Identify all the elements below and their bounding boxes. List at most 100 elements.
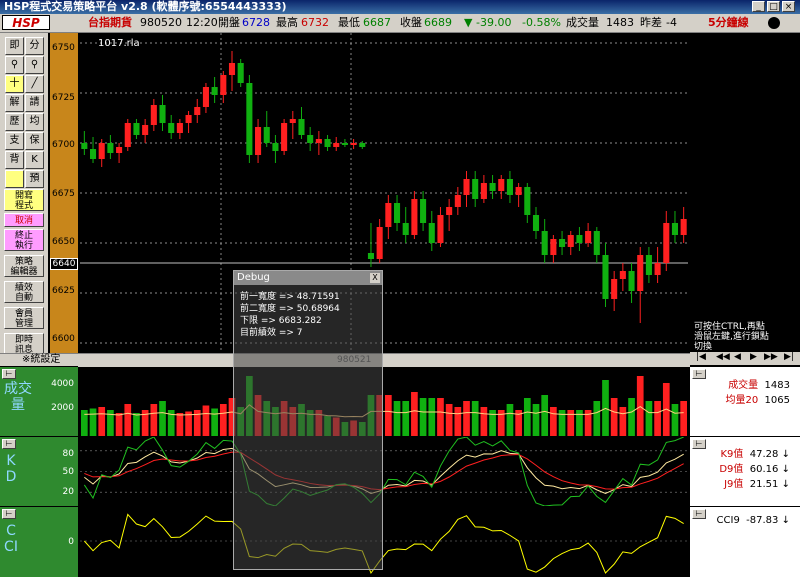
- volume-bar: [593, 401, 601, 436]
- performance-auto-button[interactable]: 績效 自動: [4, 281, 44, 303]
- candle-body: [619, 271, 626, 279]
- volume-bar: [506, 404, 514, 436]
- volume-bar: [98, 407, 106, 436]
- product-name[interactable]: 台指期貨: [88, 14, 132, 32]
- candle-body: [541, 231, 548, 255]
- draw-line-icon[interactable]: ╱: [25, 75, 44, 93]
- chart-file-label: 1017.rla: [98, 38, 140, 49]
- candle-body: [255, 127, 262, 155]
- tool-minute[interactable]: 分: [25, 37, 44, 55]
- crosshair-icon[interactable]: 十: [5, 75, 24, 93]
- volume-value: 1483: [606, 16, 634, 29]
- tool-realtime[interactable]: 即: [5, 37, 24, 55]
- cci-chart[interactable]: [80, 507, 688, 576]
- candle-body: [367, 253, 375, 259]
- panel-expand-button[interactable]: ⊢: [2, 439, 16, 449]
- close-button[interactable]: ×: [782, 1, 795, 12]
- candle-body: [307, 135, 314, 143]
- volume-bar: [445, 404, 453, 436]
- tool-background[interactable]: 背: [5, 151, 24, 169]
- candle-body: [593, 231, 600, 255]
- tool-request[interactable]: 請: [25, 94, 44, 112]
- candle-body: [289, 119, 296, 123]
- window-title: HSP程式交易策略平台 v2.8 (軟體序號:6554443333): [4, 0, 287, 13]
- system-settings-label[interactable]: ※統設定: [22, 354, 60, 366]
- d-label: D9值: [719, 464, 744, 475]
- tool-forecast[interactable]: 預: [25, 170, 44, 188]
- candlestick-chart[interactable]: [80, 33, 688, 353]
- candle-body: [489, 183, 496, 191]
- candle-body: [654, 263, 661, 275]
- d-value: 60.16: [749, 464, 779, 475]
- scroll-last-icon[interactable]: ▶|: [784, 352, 794, 362]
- volume-panel-label: ⊢ 成交量 4000 2000: [0, 366, 78, 437]
- volume-bar: [150, 404, 158, 436]
- candle-body: [324, 139, 331, 147]
- tool-yellow[interactable]: [5, 170, 24, 188]
- candle-body: [298, 119, 305, 135]
- j-value: 21.51: [749, 479, 779, 490]
- volume-bar: [619, 407, 627, 436]
- scroll-next-page-icon[interactable]: ▶▶: [764, 352, 778, 362]
- volume-bar: [567, 410, 575, 436]
- volume-chart[interactable]: [80, 367, 688, 436]
- panel-expand-button[interactable]: ⊢: [2, 369, 16, 379]
- panel-expand-button[interactable]: ⊢: [692, 439, 706, 449]
- scroll-first-icon[interactable]: |◀: [696, 352, 706, 362]
- zoom-out-icon[interactable]: ⚲: [25, 56, 44, 74]
- cci-tick: 0: [68, 537, 74, 547]
- candle-body: [463, 179, 470, 195]
- kd-chart[interactable]: [80, 437, 688, 506]
- stop-execution-button[interactable]: 終止 執行: [4, 229, 44, 251]
- member-management-button[interactable]: 會員 管理: [4, 307, 44, 329]
- candle-body: [498, 179, 505, 191]
- candle-body: [168, 123, 175, 133]
- cancel-button[interactable]: 取消: [4, 213, 44, 227]
- panel-expand-button[interactable]: ⊢: [692, 509, 706, 519]
- panel-expand-button[interactable]: ⊢: [2, 509, 16, 519]
- record-icon[interactable]: [768, 17, 780, 29]
- zoom-in-icon[interactable]: ⚲: [5, 56, 24, 74]
- period-selector[interactable]: 5分鐘線: [708, 14, 749, 32]
- panel-expand-button[interactable]: ⊢: [692, 369, 706, 379]
- volume-bar: [202, 405, 210, 436]
- tool-support[interactable]: 支: [5, 132, 24, 150]
- volume-label: 成交量: [566, 16, 599, 29]
- volume-tick: 4000: [51, 379, 74, 389]
- tool-explain[interactable]: 解: [5, 94, 24, 112]
- debug-line: 下限 => 6683.282: [240, 316, 322, 326]
- price-tick: 6725: [52, 93, 75, 103]
- kd-panel-label: ⊢ KD 80 50 20: [0, 436, 78, 507]
- tool-kline[interactable]: K: [25, 151, 44, 169]
- volume-bar: [428, 398, 436, 436]
- member-management-label: 會員 管理: [14, 309, 33, 329]
- cci-readout: ⊢ CCI9 -87.83 ↓: [690, 506, 800, 577]
- volume-bar: [124, 404, 132, 436]
- maximize-button[interactable]: □: [767, 1, 780, 12]
- candle-body: [567, 235, 574, 247]
- quote-bar: HSP 台指期貨 980520 12:20 開盤 6728 最高 6732 最低…: [0, 14, 800, 33]
- volume-bar: [411, 392, 418, 436]
- candle-body: [359, 143, 366, 147]
- strategy-editor-button[interactable]: 策略 編輯器: [4, 255, 44, 277]
- j-label: J9值: [724, 479, 744, 490]
- scroll-prev-icon[interactable]: ◀: [734, 352, 741, 362]
- candle-body: [515, 187, 522, 195]
- debug-titlebar[interactable]: Debug X: [234, 271, 382, 285]
- tool-protect[interactable]: 保: [25, 132, 44, 150]
- open-program-button[interactable]: 開寫 程式: [4, 189, 44, 211]
- candle-body: [237, 63, 244, 83]
- tool-average[interactable]: 均: [25, 113, 44, 131]
- scroll-next-icon[interactable]: ▶: [750, 352, 757, 362]
- candle-body: [637, 255, 644, 291]
- kd-tick: 20: [62, 487, 74, 497]
- volume-bar: [628, 398, 635, 436]
- minimize-button[interactable]: _: [752, 1, 765, 12]
- chart-scroll-controls[interactable]: |◀ ◀◀ ◀ ▶ ▶▶ ▶|: [690, 352, 800, 365]
- debug-close-button[interactable]: X: [370, 273, 380, 283]
- candle-body: [228, 63, 236, 75]
- tool-history[interactable]: 歷: [5, 113, 24, 131]
- scroll-prev-page-icon[interactable]: ◀◀: [716, 352, 730, 362]
- debug-window[interactable]: Debug X 前一寬度 => 48.71591 前二寬度 => 50.68964…: [233, 270, 383, 570]
- realtime-message-button[interactable]: 即時 訊息: [4, 333, 44, 355]
